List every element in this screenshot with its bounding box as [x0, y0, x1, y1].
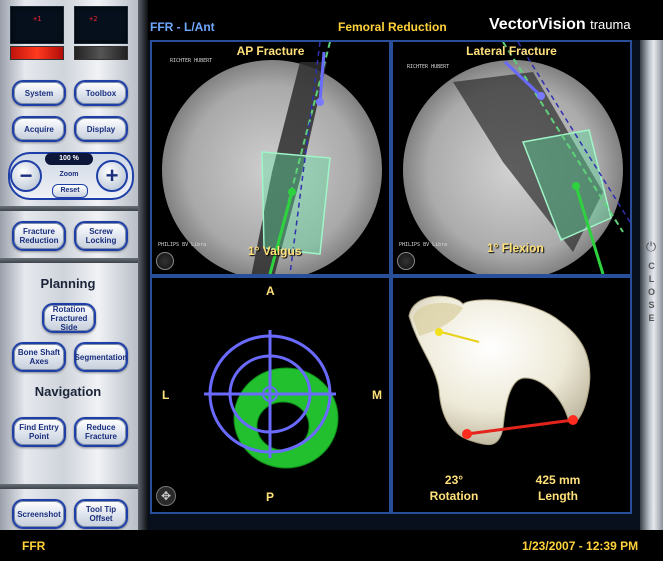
fracture-reduction-button[interactable]: Fracture Reduction	[12, 221, 66, 251]
close-panel-button[interactable]: ⏻ CLOSE	[640, 40, 663, 530]
anterior-label: A	[266, 284, 275, 298]
move-view-icon[interactable]: ✥	[156, 486, 176, 506]
status-led-red	[10, 46, 64, 60]
rotation-fractured-side-button[interactable]: Rotation Fractured Side	[42, 303, 96, 333]
ap-fracture-view[interactable]: AP Fracture RICHTER HUBERT PHILIPS BV Li…	[150, 40, 391, 276]
planning-title: Planning	[40, 276, 96, 291]
sidebar-edge	[138, 0, 148, 530]
footer-datetime: 1/23/2007 - 12:39 PM	[522, 539, 639, 553]
length-readout: 425 mm Length	[523, 472, 593, 504]
rotation-readout: 23° Rotation	[419, 472, 489, 504]
tracking-monitor-2: +2	[74, 6, 128, 44]
acquire-button[interactable]: Acquire	[12, 116, 66, 142]
brand-logo: VectorVision trauma	[489, 16, 631, 34]
monitor-1-marker: +1	[33, 15, 42, 23]
lateral-xray-image	[403, 42, 630, 274]
tracking-monitor-1: +1	[10, 6, 64, 44]
lateral-patient-name: RICHTER HUBERT	[407, 64, 450, 70]
page-title: Femoral Reduction	[338, 20, 447, 34]
length-value: 425 mm	[535, 473, 581, 487]
ap-contrast-icon[interactable]	[156, 252, 174, 270]
posterior-label: P	[266, 490, 275, 504]
lateral-contrast-icon[interactable]	[397, 252, 415, 270]
display-button[interactable]: Display	[74, 116, 128, 142]
zoom-out-button[interactable]: −	[10, 160, 42, 192]
ap-angle-label: 1° Valgus	[248, 244, 302, 258]
zoom-label: Zoom	[59, 171, 79, 178]
rotation-label: Rotation	[429, 489, 479, 503]
toolbox-button[interactable]: Toolbox	[74, 80, 128, 106]
tool-tip-offset-button[interactable]: Tool Tip Offset	[74, 499, 128, 529]
model-view[interactable]: 23° Rotation 425 mm Length	[391, 276, 632, 514]
status-led-dark	[74, 46, 128, 60]
lateral-view-title: Lateral Fracture	[466, 44, 557, 58]
screw-locking-button[interactable]: Screw Locking	[74, 221, 128, 251]
lateral-vendor-label: PHILIPS BV Libra	[399, 242, 448, 248]
header: FFR - L/Ant Femoral Reduction VectorVisi…	[148, 0, 640, 40]
target-view[interactable]: A P L M ✥	[150, 276, 391, 514]
zoom-reset-button[interactable]: Reset	[52, 184, 88, 198]
left-toolbar: +1 +2 System Toolbox Acquire Display − +…	[0, 0, 140, 530]
zoom-value: 100 %	[45, 153, 93, 165]
lateral-label: L	[162, 388, 170, 402]
main-view: FFR - L/Ant Femoral Reduction VectorVisi…	[148, 0, 640, 530]
reduce-fracture-button[interactable]: Reduce Fracture	[74, 417, 128, 447]
screenshot-button[interactable]: Screenshot	[12, 499, 66, 529]
navigation-title: Navigation	[34, 384, 102, 399]
length-label: Length	[538, 489, 578, 503]
find-entry-point-button[interactable]: Find Entry Point	[12, 417, 66, 447]
medial-label: M	[372, 388, 382, 402]
lateral-fracture-view[interactable]: Lateral Fracture RICHTER HUBERT PHILIPS …	[391, 40, 632, 276]
ap-patient-name: RICHTER HUBERT	[170, 58, 213, 64]
lateral-angle-label: 1° Flexion	[487, 241, 544, 255]
alignment-target	[204, 330, 339, 469]
close-label: CLOSE	[647, 261, 655, 323]
separator	[0, 258, 140, 263]
zoom-in-button[interactable]: +	[96, 160, 128, 192]
segmentation-button[interactable]: Segmentation	[74, 342, 128, 372]
brand-main: VectorVision	[489, 16, 586, 33]
separator	[0, 206, 140, 211]
footer-mode: FFR	[22, 539, 46, 553]
separator	[0, 484, 140, 489]
system-button[interactable]: System	[12, 80, 66, 106]
monitor-2-marker: +2	[89, 15, 98, 23]
ap-view-title: AP Fracture	[236, 44, 305, 58]
rotation-value: 23°	[444, 473, 464, 487]
mode-label: FFR - L/Ant	[150, 20, 215, 34]
ap-xray-image	[162, 42, 382, 274]
brand-sub: trauma	[590, 17, 631, 32]
power-icon: ⏻	[645, 239, 657, 254]
ap-vendor-label: PHILIPS BV Libra	[158, 242, 207, 248]
status-bar: FFR 1/23/2007 - 12:39 PM	[0, 530, 663, 561]
bone-shaft-axes-button[interactable]: Bone Shaft Axes	[12, 342, 66, 372]
